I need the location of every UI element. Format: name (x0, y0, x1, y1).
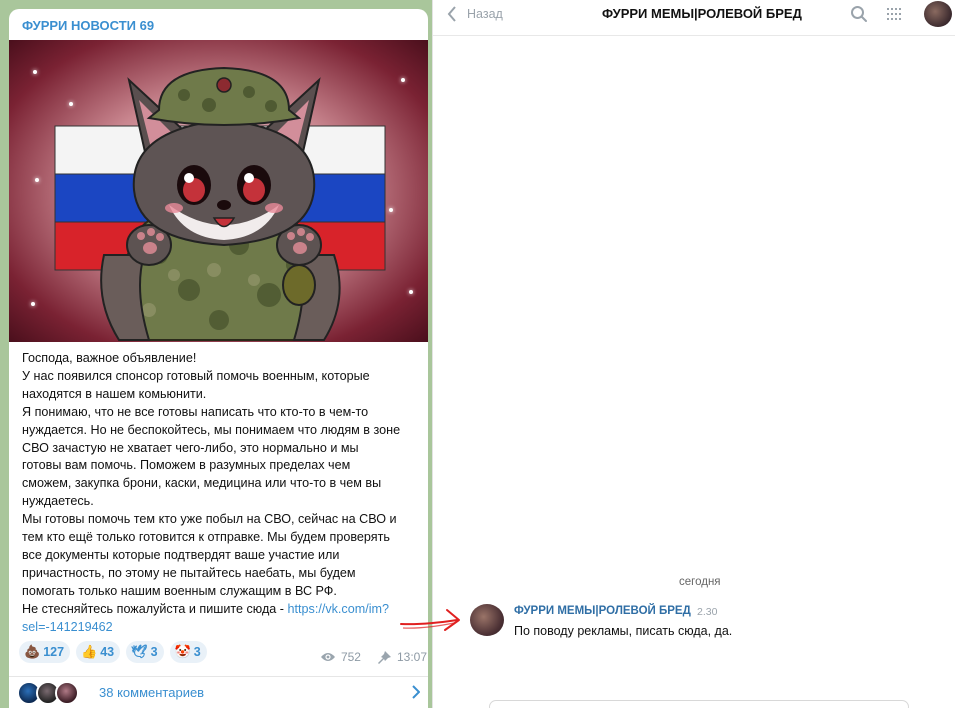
comments-count-link[interactable]: 38 комментариев (99, 685, 204, 700)
sparkle-decoration (31, 302, 35, 306)
post-text-line: находятся в нашем комьюнити. (22, 386, 207, 401)
message-input-field[interactable] (489, 700, 909, 708)
message-text: По поводу рекламы, писать сюда, да. (514, 624, 733, 638)
post-text-line: нуждается. Но не беспокойтесь, мы понима… (22, 422, 401, 437)
message-time: 2.30 (697, 606, 718, 618)
chat-panel: Назад ФУРРИ МЕМЫ|РОЛЕВОЙ БРЕД сегодня ФУ… (432, 0, 955, 708)
reaction-clown[interactable]: 🤡 3 (169, 641, 207, 663)
post-text-line: нуждаетесь. (22, 494, 94, 509)
post-text-prefix: Не стесняйтесь пожалуйста и пишите сюда … (22, 601, 288, 616)
chevron-right-icon (412, 685, 420, 699)
post-text-line: причастность, по этому не пытайтесь наеб… (22, 565, 356, 580)
date-separator: сегодня (679, 576, 721, 588)
message-author-avatar[interactable] (470, 604, 504, 636)
reaction-dove[interactable]: 🕊 3 (126, 641, 164, 663)
post-meta: 752 13:07 (320, 650, 427, 664)
eye-icon (320, 653, 335, 661)
chevron-left-icon (447, 6, 456, 22)
post-text-line: Я понимаю, что не все готовы написать чт… (22, 404, 369, 419)
post-text-line: Господа, важное объявление! (22, 351, 197, 365)
post-image[interactable] (9, 40, 428, 342)
red-arrow-annotation (400, 609, 460, 631)
reaction-count: 43 (100, 645, 115, 659)
post-time: 13:07 (396, 650, 427, 664)
back-button[interactable]: Назад (447, 4, 503, 24)
sparkle-decoration (409, 290, 413, 294)
post-text-line: сможем, закупка брони, каски, медицина и… (22, 476, 382, 491)
reactions-bar: 💩 127 👍 43 🕊 3 🤡 3 (19, 641, 207, 663)
search-icon[interactable] (850, 5, 868, 23)
comments-bar[interactable]: 38 комментариев (9, 676, 428, 708)
sparkle-decoration (69, 102, 73, 106)
post-illustration (54, 66, 386, 341)
sparkle-decoration (389, 208, 393, 212)
reaction-poop[interactable]: 💩 127 (19, 641, 71, 663)
thumbs-up-emoji-icon: 👍 (81, 644, 98, 659)
post-channel-name[interactable]: ФУРРИ НОВОСТИ 69 (22, 18, 154, 33)
commenter-avatar (55, 680, 79, 705)
reaction-thumbs-up[interactable]: 👍 43 (76, 641, 121, 663)
post-text-line: помогать только нашим военным служащим в… (22, 583, 337, 598)
clown-emoji-icon: 🤡 (174, 644, 191, 659)
message-author[interactable]: ФУРРИ МЕМЫ|РОЛЕВОЙ БРЕД (514, 605, 691, 617)
poop-emoji-icon: 💩 (24, 644, 41, 659)
post-text-line: СВО зачастую не хватает чего-либо, это н… (22, 440, 359, 455)
sparkle-decoration (35, 178, 39, 182)
reaction-count: 3 (193, 645, 201, 659)
chat-header: Назад ФУРРИ МЕМЫ|РОЛЕВОЙ БРЕД (433, 0, 955, 36)
reaction-count: 127 (43, 645, 65, 659)
views-count: 752 (340, 650, 361, 664)
post-text-line: У нас появился спонсор готовый помочь во… (22, 368, 370, 383)
post-text-line-with-link: Не стесняйтесь пожалуйста и пишите сюда … (22, 601, 422, 619)
vk-link-continued[interactable]: sel=-141219462 (22, 619, 422, 637)
back-label: Назад (467, 7, 503, 21)
post-text: Господа, важное объявление! У нас появил… (22, 350, 422, 637)
post-text-line: все документы которые подтвердят ваше уч… (22, 547, 340, 562)
chat-avatar[interactable] (924, 1, 952, 27)
vk-link[interactable]: https://vk.com/im? (288, 602, 389, 616)
pin-icon (377, 651, 391, 664)
post-text-line: Мы готовы помочь тем кто уже побыл на СВ… (22, 512, 397, 527)
channel-post[interactable]: ФУРРИ НОВОСТИ 69 Господа, важное объявле… (9, 9, 428, 708)
reaction-count: 3 (150, 645, 158, 659)
sparkle-decoration (401, 78, 405, 82)
commenter-avatars (17, 680, 83, 705)
sparkle-decoration (33, 70, 37, 74)
chat-title[interactable]: ФУРРИ МЕМЫ|РОЛЕВОЙ БРЕД (602, 6, 802, 21)
post-text-line: готовы вам помочь. Поможем в разумных пр… (22, 458, 351, 473)
dove-emoji-icon: 🕊 (131, 644, 148, 659)
more-options-icon[interactable] (885, 5, 903, 23)
post-text-line: тем кто ещё только готовится к отправке.… (22, 530, 390, 545)
